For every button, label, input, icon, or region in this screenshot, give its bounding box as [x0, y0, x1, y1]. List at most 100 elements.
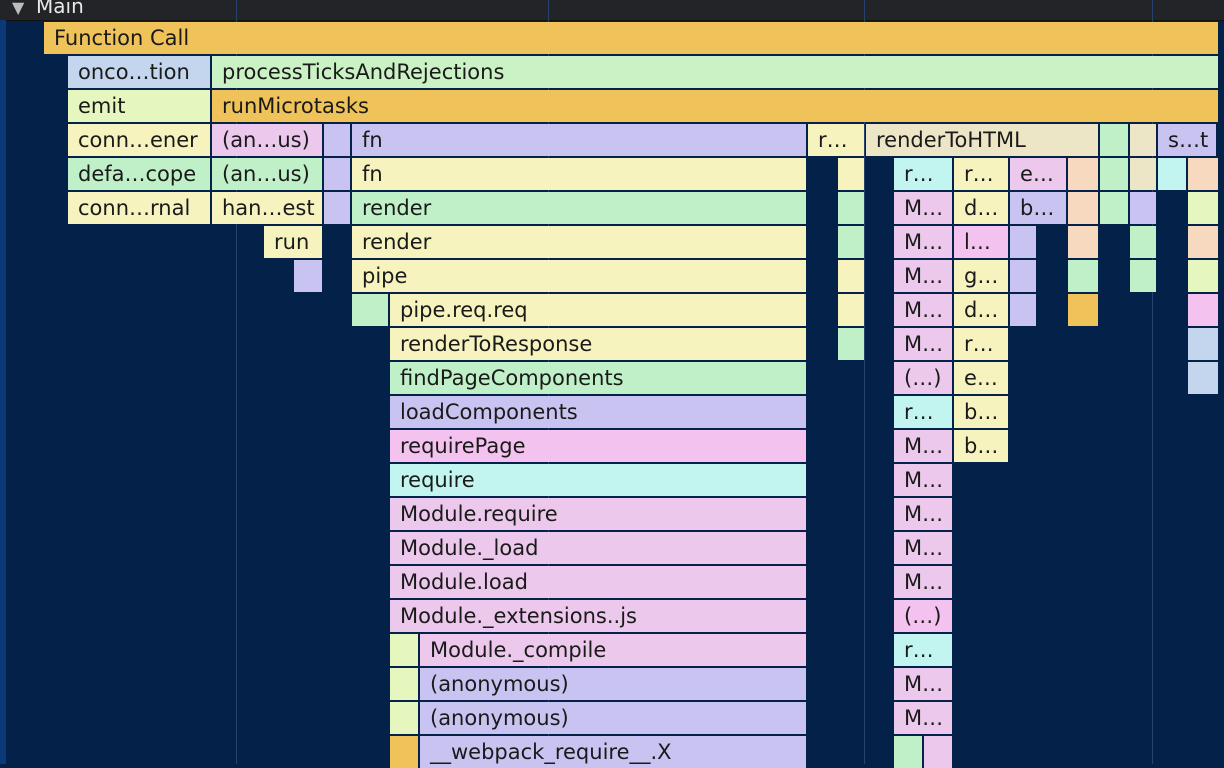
- flame-entry[interactable]: [1010, 260, 1036, 292]
- flame-entry[interactable]: [1068, 192, 1098, 224]
- flame-entry[interactable]: [1188, 294, 1218, 326]
- flame-entry-runmicrotasks[interactable]: runMicrotasks: [212, 90, 1218, 122]
- flame-entry-s-t[interactable]: s…t: [1158, 124, 1216, 156]
- flame-entry[interactable]: [1188, 260, 1218, 292]
- flame-entry-anonymous[interactable]: (anonymous): [420, 668, 806, 700]
- flame-entry-m[interactable]: M…: [894, 702, 952, 734]
- flame-entry[interactable]: [390, 634, 418, 666]
- flame-entry-e[interactable]: e…: [1010, 158, 1066, 190]
- flame-entry-an-us[interactable]: (an…us): [212, 158, 322, 190]
- flame-entry-r[interactable]: r…: [954, 328, 1008, 360]
- flame-entry[interactable]: [1188, 362, 1218, 394]
- flame-entry-call[interactable]: (…): [894, 362, 952, 394]
- flame-entry[interactable]: [1188, 226, 1218, 258]
- flame-entry-an-us[interactable]: (an…us): [212, 124, 322, 156]
- flame-entry-r[interactable]: r…: [808, 124, 864, 156]
- flame-entry[interactable]: [894, 736, 922, 768]
- flame-entry-rendertoresponse[interactable]: renderToResponse: [390, 328, 806, 360]
- flame-entry[interactable]: [1100, 192, 1128, 224]
- flame-entry-module-compile[interactable]: Module._compile: [420, 634, 806, 666]
- main-track-header[interactable]: ▼ Main: [0, 0, 1224, 21]
- flame-entry-m[interactable]: M…: [894, 328, 952, 360]
- flame-entry-rendertohtml[interactable]: renderToHTML: [866, 124, 1098, 156]
- flame-entry[interactable]: [1130, 124, 1156, 156]
- flame-entry-r[interactable]: r…: [894, 396, 952, 428]
- flame-entry-m[interactable]: M…: [894, 668, 952, 700]
- flame-entry-d[interactable]: d…: [954, 294, 1008, 326]
- flame-entry-function-call[interactable]: Function Call: [44, 22, 1218, 54]
- flame-entry-b[interactable]: b…: [954, 396, 1008, 428]
- flame-entry-r[interactable]: r…: [894, 158, 952, 190]
- flame-entry-processticksandrejections[interactable]: processTicksAndRejections: [212, 56, 1218, 88]
- flame-entry-conn-rnal[interactable]: conn…rnal: [68, 192, 210, 224]
- flame-entry[interactable]: [294, 260, 322, 292]
- flame-entry[interactable]: [1068, 294, 1098, 326]
- flame-entry-anonymous[interactable]: (anonymous): [420, 702, 806, 734]
- flame-entry-require[interactable]: require: [390, 464, 806, 496]
- flame-entry-l[interactable]: l…: [954, 226, 1008, 258]
- flame-entry[interactable]: [1010, 226, 1036, 258]
- flame-entry[interactable]: [924, 736, 952, 768]
- flame-entry-run[interactable]: run: [264, 226, 322, 258]
- flame-entry-defa-cope[interactable]: defa…cope: [68, 158, 210, 190]
- flame-entry[interactable]: [838, 294, 864, 326]
- flame-entry-findpagecomponents[interactable]: findPageComponents: [390, 362, 806, 394]
- flame-entry-m[interactable]: M…: [894, 566, 952, 598]
- flame-entry-b[interactable]: b…: [1010, 192, 1066, 224]
- flame-entry-r[interactable]: r…: [894, 634, 952, 666]
- flame-entry[interactable]: [1188, 328, 1218, 360]
- flame-entry[interactable]: [324, 192, 350, 224]
- flame-entry-render[interactable]: render: [352, 226, 806, 258]
- flame-entry[interactable]: [1188, 192, 1218, 224]
- flame-entry-han-est[interactable]: han…est: [212, 192, 322, 224]
- flame-entry[interactable]: [390, 668, 418, 700]
- flame-entry-m[interactable]: M…: [894, 498, 952, 530]
- flame-entry[interactable]: [1010, 294, 1036, 326]
- flame-entry[interactable]: [838, 158, 864, 190]
- flame-entry-b[interactable]: b…: [954, 430, 1008, 462]
- flame-entry-m[interactable]: M…: [894, 226, 952, 258]
- flame-entry[interactable]: [390, 702, 418, 734]
- flame-entry-m[interactable]: M…: [894, 532, 952, 564]
- flame-entry[interactable]: [324, 124, 350, 156]
- flame-entry-onco-tion[interactable]: onco…tion: [68, 56, 210, 88]
- flame-entry-e[interactable]: e…: [954, 362, 1008, 394]
- flame-entry-m[interactable]: M…: [894, 192, 952, 224]
- flame-entry[interactable]: [352, 294, 388, 326]
- flame-entry-m[interactable]: M…: [894, 294, 952, 326]
- flame-entry[interactable]: [1130, 192, 1156, 224]
- flame-entry-m[interactable]: M…: [894, 430, 952, 462]
- triangle-down-icon[interactable]: ▼: [12, 0, 24, 17]
- flame-entry-m[interactable]: M…: [894, 260, 952, 292]
- flame-entry[interactable]: [1130, 260, 1156, 292]
- flame-entry-pipe[interactable]: pipe: [352, 260, 806, 292]
- flame-entry[interactable]: [1130, 158, 1156, 190]
- flame-entry-pipe-req-req[interactable]: pipe.req.req: [390, 294, 806, 326]
- flame-entry[interactable]: [838, 328, 864, 360]
- flame-entry[interactable]: [1188, 158, 1218, 190]
- flame-entry-render[interactable]: render: [352, 192, 806, 224]
- flame-entry-fn[interactable]: fn: [352, 158, 806, 190]
- flame-entry-r[interactable]: r…: [954, 158, 1008, 190]
- flame-entry[interactable]: [1068, 158, 1098, 190]
- flame-entry[interactable]: [1130, 226, 1156, 258]
- flame-entry-m[interactable]: M…: [894, 464, 952, 496]
- flame-entry[interactable]: [324, 158, 350, 190]
- flame-entry-call[interactable]: (…): [894, 600, 952, 632]
- flame-entry-conn-ener[interactable]: conn…ener: [68, 124, 210, 156]
- flame-entry-module-load[interactable]: Module.load: [390, 566, 806, 598]
- flame-entry[interactable]: [838, 260, 864, 292]
- flame-entry-loadcomponents[interactable]: loadComponents: [390, 396, 806, 428]
- flame-entry-emit[interactable]: emit: [68, 90, 210, 122]
- flame-entry-module-load[interactable]: Module._load: [390, 532, 806, 564]
- flame-entry-module-require[interactable]: Module.require: [390, 498, 806, 530]
- flame-entry-fn[interactable]: fn: [352, 124, 806, 156]
- flame-entry[interactable]: [1100, 124, 1128, 156]
- flame-entry[interactable]: [838, 192, 864, 224]
- flame-entry[interactable]: [390, 736, 418, 768]
- flame-entry[interactable]: [1100, 158, 1128, 190]
- flame-entry-g[interactable]: g…: [954, 260, 1008, 292]
- flame-entry-webpack-require-x[interactable]: __webpack_require__.X: [420, 736, 806, 768]
- flame-entry[interactable]: [1068, 226, 1098, 258]
- flame-entry-requirepage[interactable]: requirePage: [390, 430, 806, 462]
